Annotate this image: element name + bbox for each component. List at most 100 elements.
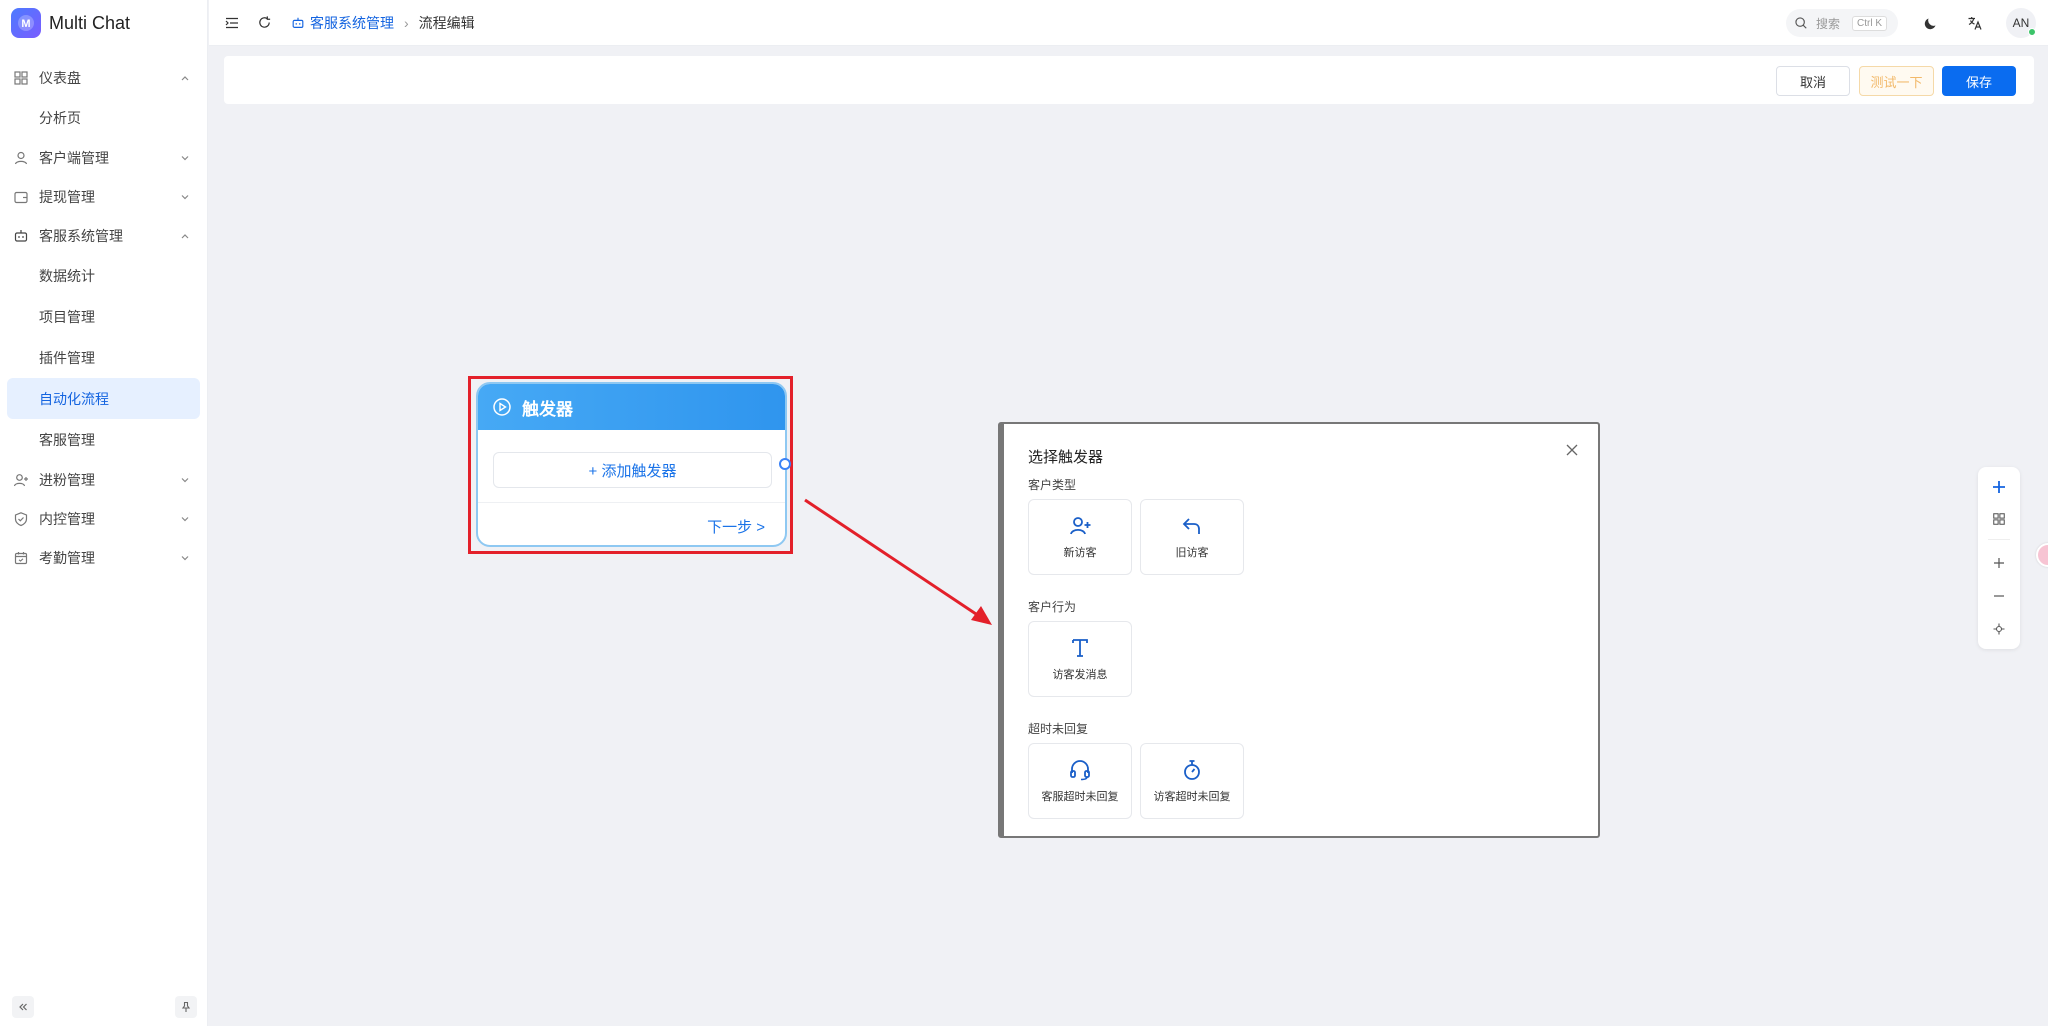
save-button[interactable]: 保存 [1942,66,2016,96]
refresh-button[interactable] [255,14,273,32]
option-label: 访客超时未回复 [1153,791,1231,803]
breadcrumb-separator-icon: › [404,14,409,31]
chevron-down-icon [181,516,189,521]
sidebar: M Multi Chat 仪表盘 分析页 客户端管理 提现管理 客服系统管理 数… [0,0,208,1026]
app-logo-area[interactable]: M Multi Chat [0,0,207,46]
sidebar-item-label: 内控管理 [39,510,95,527]
sidebar-item-withdraw[interactable]: 提现管理 [0,177,207,216]
locate-icon [1993,623,2005,635]
test-button[interactable]: 测试一下 [1859,66,1934,96]
option-label: 客服超时未回复 [1041,791,1119,803]
menu-fold-icon [225,17,238,28]
sidebar-item-label: 提现管理 [39,188,95,205]
user-icon [14,151,28,164]
sidebar-item-label: 进粉管理 [39,471,95,488]
sidebar-item-label: 客户端管理 [39,149,109,166]
node-output-port[interactable] [779,458,791,470]
trigger-node-title: 触发器 [522,399,573,419]
return-arrow-icon [1182,518,1200,534]
calendar-icon [14,551,28,564]
cancel-button[interactable]: 取消 [1776,66,1850,96]
chevron-down-icon [181,477,189,482]
translate-icon [1968,17,1982,30]
add-node-button[interactable] [1989,477,2009,497]
sidebar-item-stats[interactable]: 数据统计 [0,255,207,296]
app-logo-icon: M [11,8,41,38]
language-button[interactable] [1964,12,1986,34]
sidebar-item-label: 客服系统管理 [39,227,123,244]
option-agent-timeout[interactable]: 客服超时未回复 [1028,743,1132,819]
sidebar-item-label: 数据统计 [39,267,95,284]
sidebar-item-fans[interactable]: 进粉管理 [0,460,207,499]
sidebar-item-agents[interactable]: 客服管理 [0,419,207,460]
trigger-node[interactable]: 触发器 + 添加触发器 下一步 > [476,382,787,547]
floating-assistant-button[interactable] [2036,543,2048,567]
grid-icon [1993,513,2005,525]
collapse-sidebar-button[interactable] [12,996,34,1018]
sidebar-item-clients[interactable]: 客户端管理 [0,138,207,177]
next-step-button[interactable]: 下一步 > [707,516,765,537]
sidebar-item-projects[interactable]: 项目管理 [0,296,207,337]
user-plus-icon [1070,517,1091,535]
theme-toggle-button[interactable] [1920,12,1942,34]
double-chevron-left-icon [19,1003,27,1011]
top-header: 客服系统管理 › 流程编辑 搜索 Ctrl K AN [209,0,2048,46]
sidebar-item-label: 考勤管理 [39,549,95,566]
chevron-down-icon [181,194,189,199]
dashboard-icon [14,70,28,85]
pin-sidebar-button[interactable] [175,996,197,1018]
option-returning-visitor[interactable]: 旧访客 [1140,499,1244,575]
option-label: 新访客 [1063,547,1097,559]
menu-toggle-button[interactable] [223,14,241,32]
sidebar-item-cs-system[interactable]: 客服系统管理 [0,216,207,255]
sidebar-item-automation[interactable]: 自动化流程 [7,378,200,419]
option-visitor-timeout[interactable]: 访客超时未回复 [1140,743,1244,819]
layout-button[interactable] [1989,509,2009,529]
option-new-visitor[interactable]: 新访客 [1028,499,1132,575]
section-title-customer-behavior: 客户行为 [1028,600,1077,614]
shield-icon [14,511,28,526]
sidebar-item-label: 客服管理 [39,431,95,448]
stopwatch-icon [1184,760,1200,780]
sidebar-item-dashboard[interactable]: 仪表盘 [0,58,207,97]
online-status-dot [2028,28,2036,36]
sidebar-item-internal-control[interactable]: 内控管理 [0,499,207,538]
sidebar-item-label: 项目管理 [39,308,95,325]
avatar[interactable]: AN [2006,8,2036,38]
wallet-icon [14,191,28,203]
section-title-customer-type: 客户类型 [1028,478,1077,492]
breadcrumb: 客服系统管理 › 流程编辑 [291,13,475,33]
sidebar-item-label: 插件管理 [39,349,95,366]
search-placeholder: 搜索 [1816,16,1841,31]
global-search[interactable]: 搜索 Ctrl K [1786,9,1898,37]
search-icon [1795,17,1807,29]
pin-icon [181,1001,191,1012]
divider [478,502,785,503]
text-t-icon [1072,639,1088,657]
robot-icon [292,17,304,28]
zoom-out-button[interactable] [1989,586,2009,606]
chevron-up-icon [181,75,189,80]
breadcrumb-parent[interactable]: 客服系统管理 [310,13,394,33]
sidebar-item-label: 仪表盘 [39,69,81,86]
refresh-icon [258,16,270,28]
headset-icon [1070,760,1090,781]
sidebar-item-label: 分析页 [39,109,81,126]
zoom-in-button[interactable] [1989,553,2009,573]
dialog-title: 选择触发器 [1028,449,1104,466]
flow-editor-toolbar: 取消 测试一下 保存 [224,56,2034,104]
close-icon[interactable] [1564,442,1580,458]
canvas-controls [1978,467,2020,649]
fit-view-button[interactable] [1989,619,2009,639]
breadcrumb-current: 流程编辑 [418,14,475,31]
chevron-up-icon [181,233,189,238]
add-trigger-button[interactable]: + 添加触发器 [493,452,772,488]
zoom-in-icon [1994,558,2004,568]
option-visitor-message[interactable]: 访客发消息 [1028,621,1132,697]
zoom-out-icon [1994,595,2004,597]
sidebar-item-attendance[interactable]: 考勤管理 [0,538,207,577]
sidebar-item-plugins[interactable]: 插件管理 [0,337,207,378]
option-label: 旧访客 [1175,547,1209,559]
sidebar-item-analysis[interactable]: 分析页 [0,97,207,138]
divider [1988,539,2010,540]
